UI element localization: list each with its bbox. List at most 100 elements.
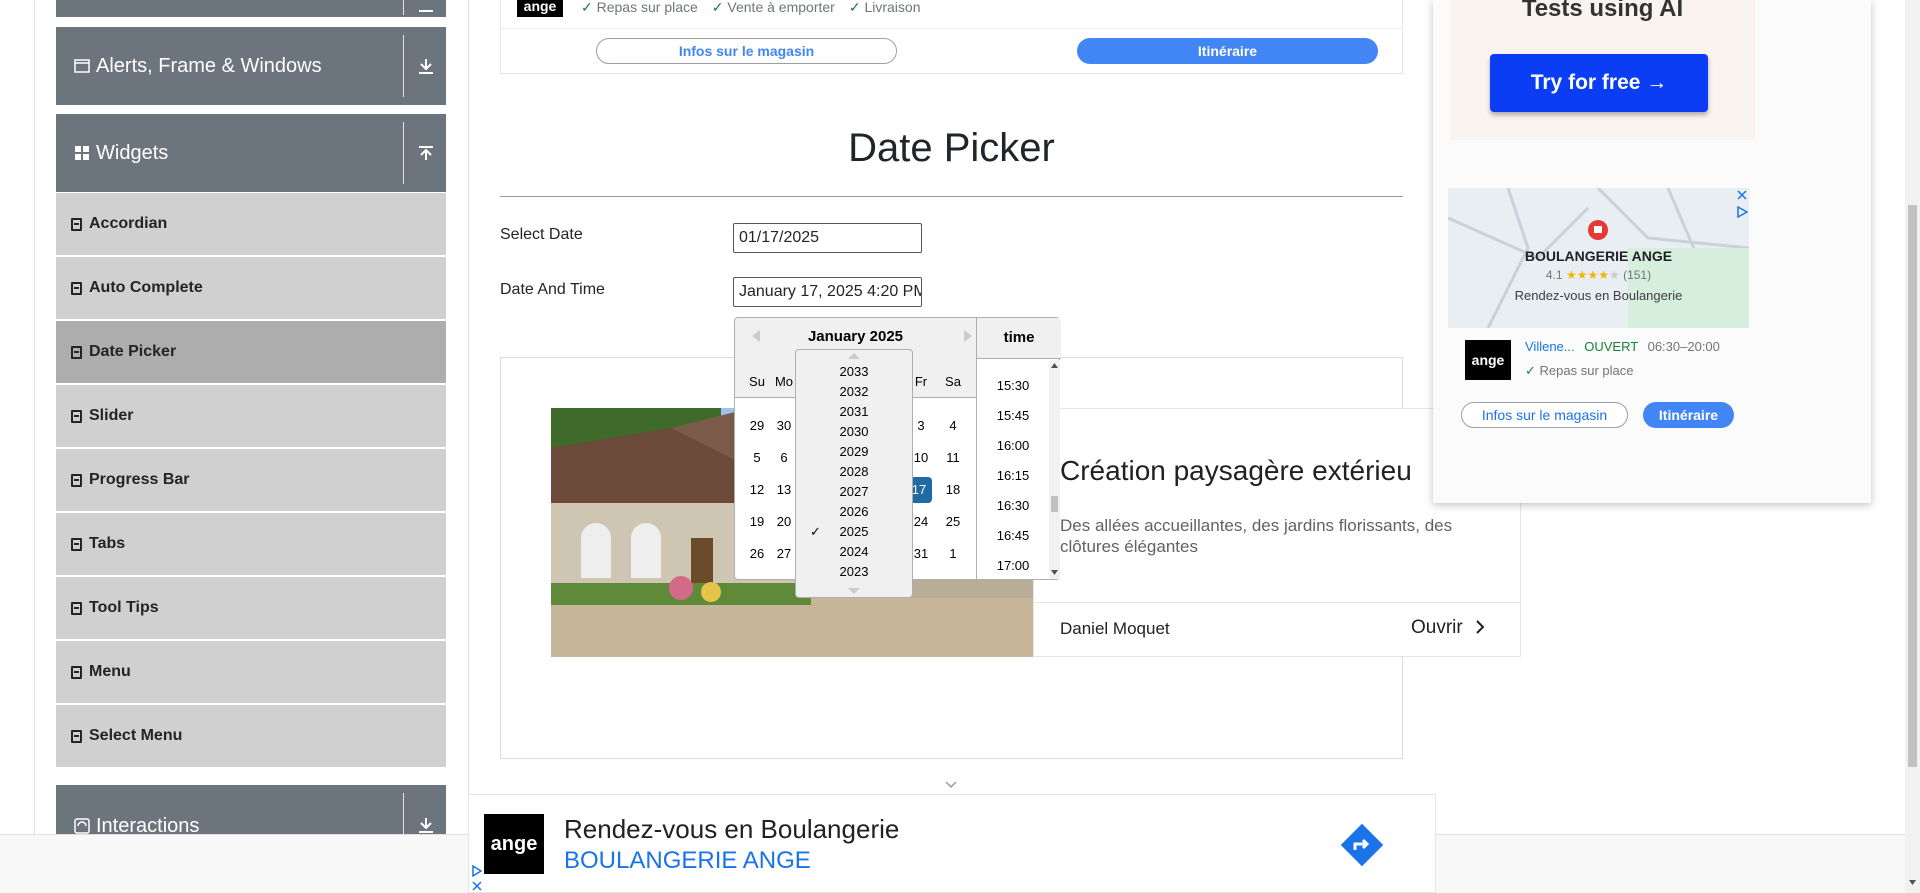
sidebar-item-label: Select Menu	[89, 727, 183, 744]
day-cell[interactable]: 11	[938, 450, 968, 465]
year-option[interactable]: 2027	[796, 482, 912, 502]
ad-close-icon[interactable]	[1737, 190, 1747, 200]
ai-headline: Tests using AI	[1521, 0, 1684, 22]
rating-stars-icon: ★★★★	[1565, 268, 1609, 282]
html5-icon	[71, 409, 82, 423]
page-scroll-thumb[interactable]	[1908, 205, 1917, 767]
day-cell[interactable]: 25	[938, 514, 968, 529]
title-divider	[500, 196, 1403, 197]
time-option[interactable]: 15:45	[977, 408, 1049, 423]
html5-icon	[71, 217, 82, 231]
page-scrollbar[interactable]	[1905, 0, 1920, 893]
side-route-button[interactable]: Itinéraire	[1643, 402, 1734, 428]
feature-item: ✓ Vente à emporter	[712, 0, 835, 14]
day-cell[interactable]: 6	[774, 450, 794, 465]
sidebar-group-alerts[interactable]: Alerts, Frame & Windows	[56, 27, 446, 105]
day-cell[interactable]: 19	[742, 514, 772, 529]
year-up-icon[interactable]	[848, 353, 860, 359]
current-month: January 2025	[807, 328, 904, 345]
check-icon: ✓	[581, 0, 593, 15]
try-free-button[interactable]: Try for free →	[1490, 54, 1708, 112]
year-option[interactable]: 2032	[796, 382, 912, 402]
time-option[interactable]: 15:30	[977, 378, 1049, 393]
ad-choices-icon[interactable]	[1736, 206, 1748, 218]
feature-item: ✓ Repas sur place	[581, 0, 698, 14]
store-status: OUVERT	[1584, 339, 1638, 354]
bottom-ad-brand: BOULANGERIE ANGE	[564, 847, 811, 874]
map-panel[interactable]: BOULANGERIE ANGE 4.1 ★★★★★ (151) Rendez-…	[1448, 188, 1749, 328]
year-option[interactable]: 2026	[796, 502, 912, 522]
year-option[interactable]: 2029	[796, 442, 912, 462]
year-option[interactable]: 2033	[796, 362, 912, 382]
html5-icon	[71, 665, 82, 679]
sidebar-item-accordian[interactable]: Accordian	[56, 193, 446, 255]
time-option[interactable]: 16:15	[977, 468, 1049, 483]
sidebar-item-select-menu[interactable]: Select Menu	[56, 705, 446, 767]
ad-open-button[interactable]: Ouvrir	[1411, 617, 1486, 639]
group-divider	[403, 35, 404, 97]
date-time-label: Date And Time	[500, 281, 605, 298]
day-cell[interactable]: 4	[938, 418, 968, 433]
store-feature: ✓ Repas sur place	[1525, 363, 1633, 379]
ad-close-icon[interactable]	[472, 881, 482, 891]
sidebar-item-menu[interactable]: Menu	[56, 641, 446, 703]
map-rating: 4.1 ★★★★★ (151)	[1448, 268, 1749, 282]
year-down-icon[interactable]	[848, 588, 860, 594]
scroll-down-icon[interactable]	[1909, 880, 1916, 885]
bottom-ad-headline: Rendez-vous en Boulangerie	[564, 814, 900, 844]
select-date-input[interactable]: 01/17/2025	[733, 223, 922, 253]
day-cell[interactable]: 29	[742, 418, 772, 433]
ad-choices-icon[interactable]	[472, 865, 482, 877]
time-option[interactable]: 16:30	[977, 498, 1049, 513]
ad-advertiser: Daniel Moquet	[1060, 619, 1170, 638]
interactions-icon	[74, 818, 90, 834]
sidebar-item-tool-tips[interactable]: Tool Tips	[56, 577, 446, 639]
sidebar-item-label: Progress Bar	[89, 471, 190, 488]
year-dropdown: 2033 2032 2031 2030 2029 2028 2027 2026 …	[795, 349, 913, 598]
time-option[interactable]: 16:45	[977, 528, 1049, 543]
time-option[interactable]: 17:00	[977, 558, 1049, 573]
day-cell[interactable]: 12	[742, 482, 772, 497]
directions-icon[interactable]	[1337, 820, 1387, 870]
route-button[interactable]: Itinéraire	[1077, 38, 1378, 64]
year-option[interactable]: 2030	[796, 422, 912, 442]
sidebar-item-auto-complete[interactable]: Auto Complete	[56, 257, 446, 319]
day-cell[interactable]: 13	[774, 482, 794, 497]
sidebar-item-label: Accordian	[89, 215, 168, 232]
day-cell[interactable]: 18	[938, 482, 968, 497]
bottom-ad[interactable]: ange Rendez-vous en Boulangerie BOULANGE…	[468, 794, 1436, 893]
sidebar-group-widgets[interactable]: Widgets	[56, 114, 446, 192]
year-option[interactable]: 2023	[796, 562, 912, 582]
day-cell[interactable]: 20	[774, 514, 794, 529]
scroll-up-icon[interactable]	[1051, 363, 1058, 368]
year-option[interactable]: 2028	[796, 462, 912, 482]
day-cell[interactable]: 26	[742, 546, 772, 561]
map-tagline: Rendez-vous en Boulangerie	[1514, 288, 1683, 303]
next-month-icon[interactable]	[964, 330, 972, 342]
sidebar-group-partial[interactable]	[56, 0, 446, 17]
sidebar-item-date-picker[interactable]: Date Picker	[56, 321, 446, 383]
sidebar-item-progress-bar[interactable]: Progress Bar	[56, 449, 446, 511]
year-option[interactable]: 2024	[796, 542, 912, 562]
day-cell[interactable]: 5	[742, 450, 772, 465]
year-option-selected[interactable]: ✓ 2025	[796, 522, 912, 542]
store-info-button[interactable]: Infos sur le magasin	[596, 38, 897, 64]
chevron-down-icon[interactable]	[944, 780, 958, 790]
store-location[interactable]: Villene...	[1525, 339, 1575, 354]
scroll-down-icon[interactable]	[1051, 570, 1058, 575]
sidebar-item-slider[interactable]: Slider	[56, 385, 446, 447]
check-icon: ✓	[1525, 363, 1536, 378]
store-features: ✓ Repas sur place ✓ Vente à emporter ✓ L…	[581, 0, 920, 14]
html5-icon	[71, 345, 82, 359]
sidebar-item-tabs[interactable]: Tabs	[56, 513, 446, 575]
time-option[interactable]: 16:00	[977, 438, 1049, 453]
scroll-thumb[interactable]	[1051, 496, 1058, 512]
date-time-input[interactable]: January 17, 2025 4:20 PM	[733, 277, 922, 307]
year-label: 2025	[839, 524, 869, 539]
day-cell[interactable]: 27	[774, 546, 794, 561]
day-cell[interactable]: 1	[938, 546, 968, 561]
year-option[interactable]: 2031	[796, 402, 912, 422]
day-cell[interactable]: 30	[774, 418, 794, 433]
side-store-info-button[interactable]: Infos sur le magasin	[1461, 402, 1628, 428]
time-scrollbar[interactable]	[1049, 360, 1060, 579]
